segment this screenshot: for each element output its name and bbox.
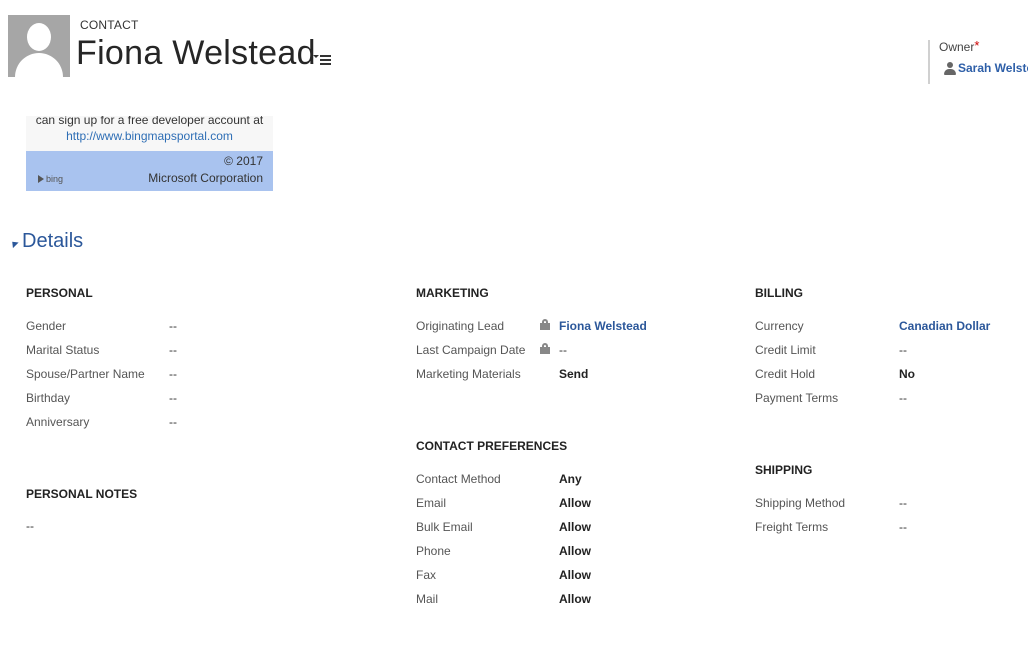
field-value[interactable]: Allow [559, 520, 591, 534]
section-title: Details [22, 230, 84, 252]
marketing-group-title: MARKETING [416, 286, 489, 300]
bing-map: can sign up for a free developer account… [26, 116, 273, 191]
field-bulk-email: Bulk Email Allow [416, 520, 591, 534]
field-value[interactable]: -- [169, 367, 177, 381]
avatar-head-shape [27, 23, 51, 51]
required-marker: * [974, 40, 980, 53]
field-phone: Phone Allow [416, 544, 591, 558]
field-value[interactable]: -- [899, 391, 907, 405]
map-copyright: © 2017 [224, 154, 263, 168]
field-payment-terms: Payment Terms -- [755, 391, 907, 405]
field-email: Email Allow [416, 496, 591, 510]
field-marketing-materials: Marketing Materials Send [416, 367, 589, 381]
field-marital-status: Marital Status -- [26, 343, 177, 357]
lock-icon [540, 343, 550, 354]
billing-group-title: BILLING [755, 286, 803, 300]
currency-link[interactable]: Canadian Dollar [899, 319, 990, 333]
field-value[interactable]: Allow [559, 592, 591, 606]
contact-preferences-group-title: CONTACT PREFERENCES [416, 439, 568, 453]
personal-group-title: PERSONAL [26, 286, 93, 300]
field-birthday: Birthday -- [26, 391, 177, 405]
map-message: can sign up for a free developer account… [35, 116, 264, 127]
record-name: Fiona Welstead [76, 34, 316, 72]
details-section-toggle[interactable]: Details [9, 230, 84, 253]
bing-logo: bing [38, 174, 63, 184]
owner-label: Owner* [939, 40, 980, 54]
field-value[interactable]: Allow [559, 496, 591, 510]
field-gender: Gender -- [26, 319, 177, 333]
owner-link[interactable]: Sarah Welstead [958, 61, 1028, 75]
field-value[interactable]: Allow [559, 544, 591, 558]
field-value[interactable]: -- [169, 319, 177, 333]
field-value[interactable]: -- [899, 520, 907, 534]
field-contact-method: Contact Method Any [416, 472, 582, 486]
field-spouse-partner-name: Spouse/Partner Name -- [26, 367, 177, 381]
collapse-caret-icon [9, 238, 19, 249]
field-value[interactable]: Allow [559, 568, 591, 582]
owner-field: Owner* Sarah Welstead [928, 40, 1028, 84]
field-value[interactable]: -- [899, 496, 907, 510]
field-value[interactable]: Send [559, 367, 588, 381]
personal-notes-group-title: PERSONAL NOTES [26, 487, 138, 501]
field-value[interactable]: -- [169, 343, 177, 357]
shipping-group-title: SHIPPING [755, 463, 813, 477]
bing-logo-icon [38, 175, 44, 183]
contact-avatar[interactable] [8, 15, 70, 77]
entity-type-label: CONTACT [80, 18, 139, 32]
field-originating-lead: Originating Lead Fiona Welstead [416, 319, 647, 333]
personal-notes-value[interactable]: -- [26, 518, 34, 534]
field-anniversary: Anniversary -- [26, 415, 177, 429]
form-selector-menu-icon[interactable] [313, 52, 333, 68]
field-freight-terms: Freight Terms -- [755, 520, 907, 534]
field-value[interactable]: -- [169, 415, 177, 429]
field-last-campaign-date: Last Campaign Date -- [416, 343, 567, 357]
map-corporation: Microsoft Corporation [148, 171, 263, 185]
field-mail: Mail Allow [416, 592, 591, 606]
field-value[interactable]: No [899, 367, 915, 381]
lock-icon [540, 319, 550, 330]
field-credit-hold: Credit Hold No [755, 367, 915, 381]
field-currency: Currency Canadian Dollar [755, 319, 991, 333]
field-shipping-method: Shipping Method -- [755, 496, 907, 510]
field-value[interactable]: -- [899, 343, 907, 357]
map-portal-link[interactable]: http://www.bingmapsportal.com [26, 129, 273, 143]
field-value[interactable]: Any [559, 472, 582, 486]
field-value[interactable]: -- [169, 391, 177, 405]
field-value: -- [559, 343, 567, 357]
field-credit-limit: Credit Limit -- [755, 343, 907, 357]
originating-lead-link[interactable]: Fiona Welstead [559, 319, 647, 333]
field-fax: Fax Allow [416, 568, 591, 582]
avatar-body-shape [15, 53, 63, 77]
